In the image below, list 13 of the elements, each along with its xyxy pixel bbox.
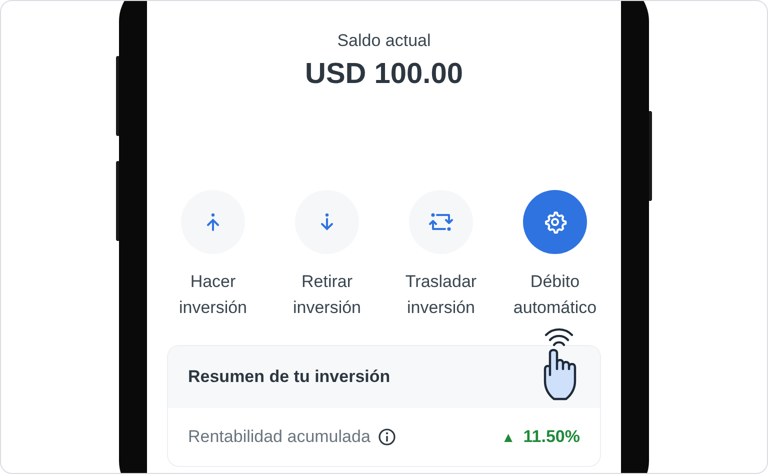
trend-arrow: ▲ [501,429,516,445]
return-value: 11.50% [523,427,580,447]
action-label: Débito automático [512,271,598,319]
balance-amount: USD 100.00 [305,57,463,92]
info-icon[interactable] [378,428,396,446]
transfer-arrows-icon [429,211,453,233]
balance-label: Saldo actual [337,30,431,52]
gear-icon [543,210,567,234]
card-title: Resumen de tu inversión [168,346,600,408]
action-label: Hacer inversión [178,271,248,319]
action-label: Retirar inversión [292,271,362,319]
row-label: Rentabilidad acumulada [188,427,370,447]
action-label: Trasladar inversión [404,271,478,319]
